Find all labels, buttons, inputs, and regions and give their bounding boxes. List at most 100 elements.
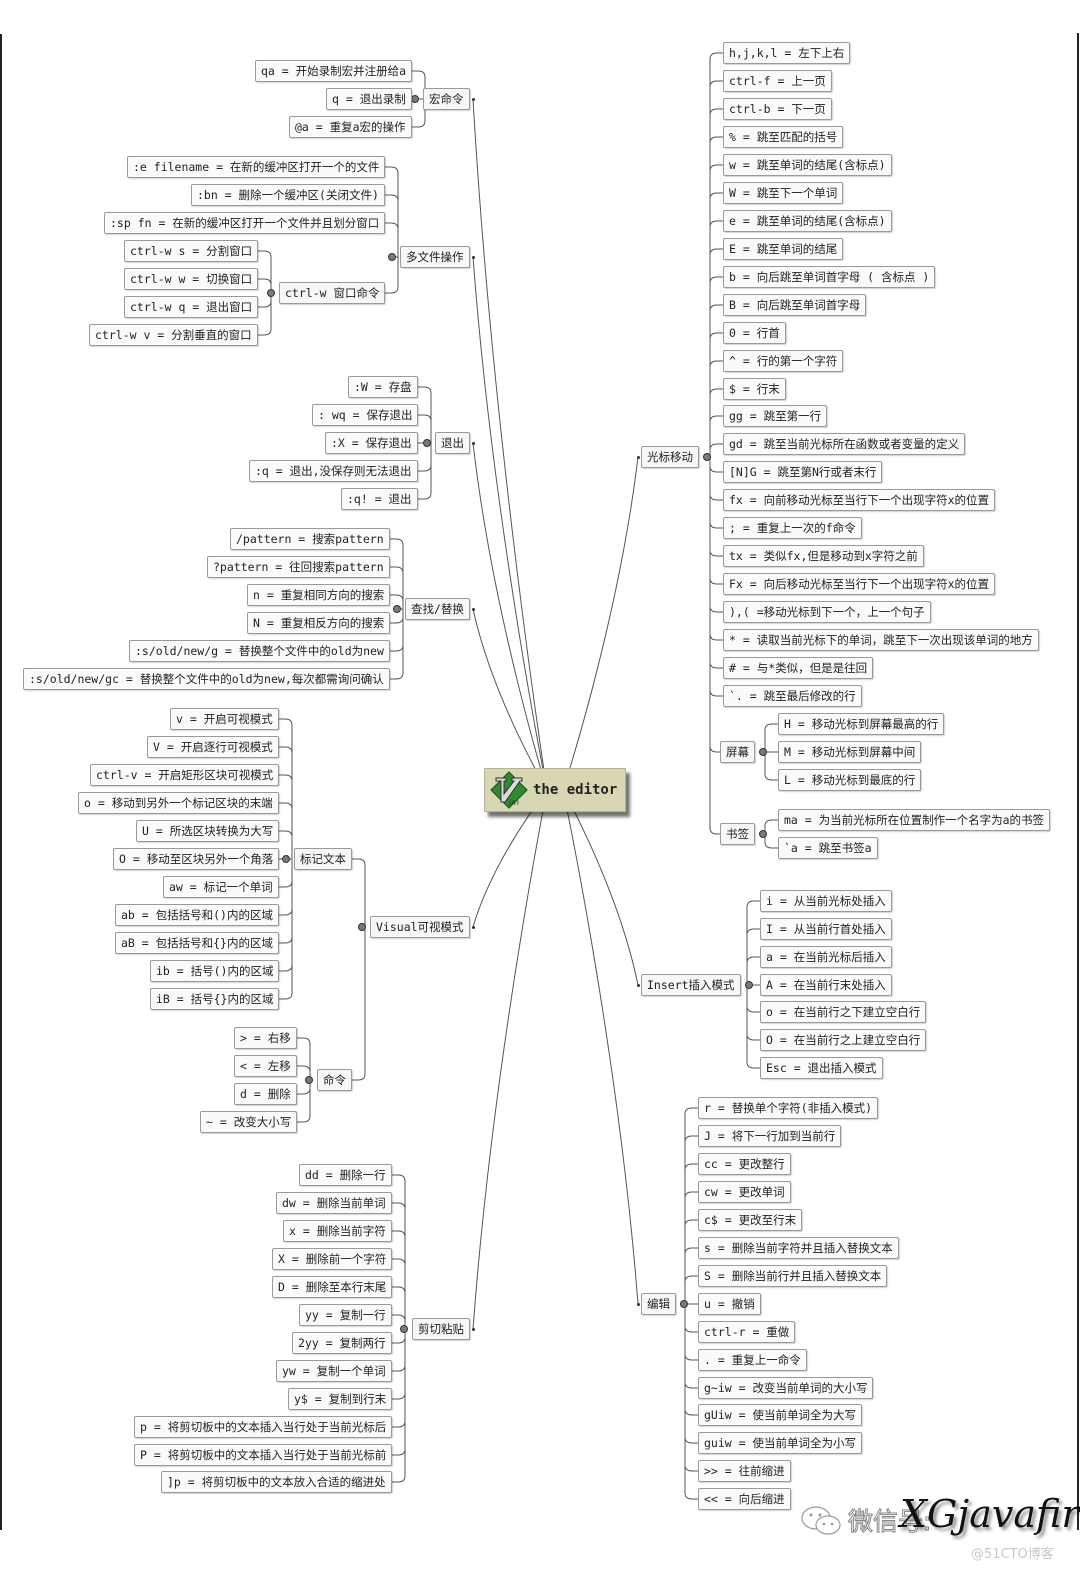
collapse-toggle[interactable] (388, 253, 396, 261)
command-node[interactable]: d = 删除 (234, 1083, 297, 1105)
command-node[interactable]: < = 左移 (234, 1055, 297, 1077)
collapse-toggle[interactable] (745, 981, 753, 989)
branch-node[interactable]: 退出 (435, 432, 470, 454)
command-node[interactable]: P = 将剪切板中的文本插入当行处于当前光标前 (134, 1444, 393, 1466)
command-node[interactable]: ctrl-b = 下一页 (723, 98, 832, 120)
collapse-toggle[interactable] (411, 95, 419, 103)
branch-node[interactable]: 编辑 (641, 1293, 676, 1315)
command-node[interactable]: * = 读取当前光标下的单词，跳至下一次出现该单词的地方 (723, 629, 1039, 651)
command-node[interactable]: y$ = 复制到行末 (288, 1388, 393, 1410)
collapse-toggle[interactable] (305, 1076, 313, 1084)
collapse-toggle[interactable] (759, 830, 767, 838)
command-node[interactable]: > = 右移 (234, 1027, 297, 1049)
command-node[interactable]: g~iw = 改变当前单词的大小写 (698, 1377, 874, 1399)
command-node[interactable]: O = 移动至区块另外一个角落 (113, 848, 280, 870)
collapse-toggle[interactable] (282, 855, 290, 863)
command-node[interactable]: x = 删除当前字符 (283, 1220, 392, 1242)
command-node[interactable]: O = 在当前行之上建立空白行 (760, 1029, 927, 1051)
command-node[interactable]: e = 跳至单词的结尾(含标点) (723, 210, 892, 232)
command-node[interactable]: D = 删除至本行末尾 (272, 1276, 393, 1298)
command-node[interactable]: h,j,k,l = 左下上右 (723, 42, 851, 64)
command-node[interactable]: p = 将剪切板中的文本插入当行处于当前光标后 (134, 1416, 393, 1438)
command-node[interactable]: dd = 删除一行 (299, 1164, 392, 1186)
command-node[interactable]: ctrl-w q = 退出窗口 (124, 296, 259, 318)
command-node[interactable]: :s/old/new/gc = 替换整个文件中的old为new,每次都需询问确认 (23, 668, 390, 690)
command-node[interactable]: Esc = 退出插入模式 (760, 1057, 883, 1079)
sub-branch-node[interactable]: 标记文本 (294, 848, 352, 870)
command-node[interactable]: ]p = 将剪切板中的文本放入合适的缩进处 (161, 1471, 392, 1493)
branch-node[interactable]: 剪切粘贴 (412, 1318, 470, 1340)
sub-branch-node[interactable]: ctrl-w 窗口命令 (279, 282, 386, 304)
command-node[interactable]: cc = 更改整行 (698, 1153, 791, 1175)
command-node[interactable]: :X = 保存退出 (325, 432, 418, 454)
command-node[interactable]: ),( =移动光标到下一个，上一个句子 (723, 601, 931, 623)
command-node[interactable]: u = 撤销 (698, 1293, 761, 1315)
command-node[interactable]: o = 在当前行之下建立空白行 (760, 1001, 927, 1023)
command-node[interactable]: i = 从当前光标处插入 (760, 890, 892, 912)
command-node[interactable]: aB = 包括括号和{}内的区域 (115, 932, 279, 954)
command-node[interactable]: cw = 更改单词 (698, 1181, 791, 1203)
command-node[interactable]: E = 跳至单词的结尾 (723, 238, 844, 260)
collapse-toggle[interactable] (759, 748, 767, 756)
command-node[interactable]: ctrl-w s = 分割窗口 (124, 240, 259, 262)
command-node[interactable]: V = 开启逐行可视模式 (147, 736, 279, 758)
branch-node[interactable]: 光标移动 (641, 446, 699, 468)
command-node[interactable]: /pattern = 搜索pattern (230, 528, 390, 550)
command-node[interactable]: H = 移动光标到屏幕最高的行 (778, 713, 945, 735)
command-node[interactable]: ctrl-v = 开启矩形区块可视模式 (90, 764, 280, 786)
command-node[interactable]: b = 向后跳至单词首字母 ( 含标点 ) (723, 266, 936, 288)
command-node[interactable]: qa = 开始录制宏并注册给a (255, 60, 413, 82)
command-node[interactable]: `a = 跳至书签a (778, 837, 878, 859)
command-node[interactable]: 2yy = 复制两行 (292, 1332, 392, 1354)
command-node[interactable]: ctrl-w v = 分割垂直的窗口 (89, 324, 258, 346)
collapse-toggle[interactable] (400, 1325, 408, 1333)
command-node[interactable]: ^ = 行的第一个字符 (723, 350, 844, 372)
branch-node[interactable]: Visual可视模式 (370, 916, 470, 938)
command-node[interactable]: :W = 存盘 (348, 376, 418, 398)
command-node[interactable]: :s/old/new/g = 替换整个文件中的old为new (129, 640, 390, 662)
command-node[interactable]: >> = 往前缩进 (698, 1460, 791, 1482)
command-node[interactable]: # = 与*类似，但是是往回 (723, 657, 874, 679)
command-node[interactable]: J = 将下一行加到当前行 (698, 1125, 842, 1147)
command-node[interactable]: gg = 跳至第一行 (723, 405, 828, 427)
command-node[interactable]: n = 重复相同方向的搜索 (247, 584, 391, 606)
command-node[interactable]: :bn = 删除一个缓冲区(关闭文件) (191, 184, 385, 206)
command-node[interactable]: c$ = 更改至行末 (698, 1209, 803, 1231)
command-node[interactable]: [N]G = 跳至第N行或者末行 (723, 461, 883, 483)
command-node[interactable]: 0 = 行首 (723, 322, 786, 344)
command-node[interactable]: yw = 复制一个单词 (276, 1360, 392, 1382)
command-node[interactable]: yy = 复制一行 (299, 1304, 392, 1326)
branch-node[interactable]: 查找/替换 (405, 598, 470, 620)
branch-node[interactable]: 多文件操作 (400, 246, 470, 268)
command-node[interactable]: fx = 向前移动光标至当行下一个出现字符x的位置 (723, 489, 996, 511)
command-node[interactable]: s = 删除当前字符并且插入替换文本 (698, 1237, 899, 1259)
command-node[interactable]: q = 退出录制 (326, 88, 412, 110)
command-node[interactable]: ctrl-r = 重做 (698, 1321, 796, 1343)
command-node[interactable]: Fx = 向后移动光标至当行下一个出现字符x的位置 (723, 573, 996, 595)
command-node[interactable]: @a = 重复a宏的操作 (289, 116, 412, 138)
command-node[interactable]: ?pattern = 往回搜索pattern (207, 556, 390, 578)
command-node[interactable]: :sp fn = 在新的缓冲区打开一个文件并且划分窗口 (104, 212, 386, 234)
command-node[interactable]: o = 移动到另外一个标记区块的末端 (78, 792, 279, 814)
command-node[interactable]: guiw = 使当前单词全为小写 (698, 1432, 862, 1454)
command-node[interactable]: I = 从当前行首处插入 (760, 918, 892, 940)
sub-branch-node[interactable]: 屏幕 (720, 741, 755, 763)
sub-branch-node[interactable]: 书签 (720, 823, 755, 845)
command-node[interactable]: S = 删除当前行并且插入替换文本 (698, 1265, 888, 1287)
command-node[interactable]: r = 替换单个字符(非插入模式) (698, 1097, 879, 1119)
command-node[interactable]: :e filename = 在新的缓冲区打开一个的文件 (127, 156, 386, 178)
command-node[interactable]: . = 重复上一命令 (698, 1349, 807, 1371)
command-node[interactable]: iB = 括号{}内的区域 (150, 988, 280, 1010)
command-node[interactable]: M = 移动光标到屏幕中间 (778, 741, 922, 763)
command-node[interactable]: W = 跳至下一个单词 (723, 182, 844, 204)
command-node[interactable]: gd = 跳至当前光标所在函数或者变量的定义 (723, 433, 966, 455)
command-node[interactable]: `. = 跳至最后修改的行 (723, 685, 862, 707)
command-node[interactable]: ~ = 改变大小写 (200, 1111, 298, 1133)
collapse-toggle[interactable] (703, 453, 711, 461)
command-node[interactable]: tx = 类似fx,但是移动到x字符之前 (723, 545, 924, 567)
command-node[interactable]: :q = 退出,没保存则无法退出 (249, 460, 418, 482)
command-node[interactable]: U = 所选区块转换为大写 (136, 820, 280, 842)
collapse-toggle[interactable] (358, 923, 366, 931)
branch-node[interactable]: Insert插入模式 (641, 974, 741, 996)
command-node[interactable]: << = 向后缩进 (698, 1488, 791, 1510)
